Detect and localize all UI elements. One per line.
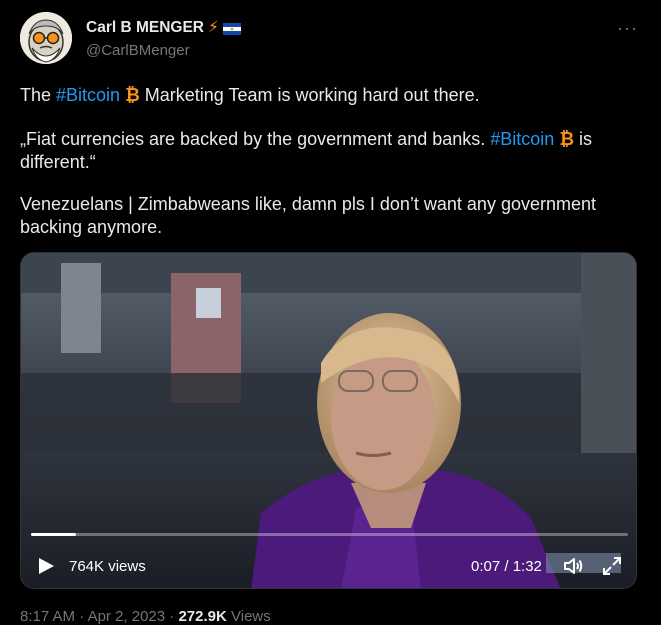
avatar[interactable] <box>20 12 72 64</box>
tweet-text: The <box>20 85 57 105</box>
author-name-row[interactable]: Carl B MENGER ⚡ <box>86 18 241 37</box>
tweet-date[interactable]: Apr 2, 2023 <box>88 608 166 625</box>
tweet-text: is <box>573 129 592 149</box>
tweet: Carl B MENGER ⚡ @CarlBMenger ··· The #Bi… <box>0 0 661 625</box>
el-salvador-flag-icon <box>222 22 241 35</box>
views-label: Views <box>226 608 271 625</box>
video-player[interactable]: 764K views 0:07 / 1:32 <box>20 252 637 589</box>
views-count: 272.9K <box>178 608 227 625</box>
tweet-quote: „Fiat currencies are backed by the gover… <box>20 128 640 174</box>
video-time: 0:07 / 1:32 <box>471 558 542 575</box>
video-views: 764K views <box>69 558 146 575</box>
more-options-button[interactable]: ··· <box>617 18 638 39</box>
author-name[interactable]: Carl B MENGER <box>86 19 204 37</box>
video-frame <box>21 253 636 588</box>
separator: · <box>165 608 179 625</box>
fullscreen-icon[interactable] <box>601 555 623 577</box>
video-progress-fill <box>31 533 77 536</box>
video-progress-bar[interactable] <box>31 533 628 536</box>
separator: · <box>75 608 88 625</box>
tweet-text: different.“ <box>20 152 96 172</box>
tweet-meta: 8:17 AM · Apr 2, 2023 · 272.9K Views <box>20 608 271 625</box>
play-icon[interactable] <box>37 557 55 575</box>
volume-icon[interactable] <box>562 555 584 577</box>
tweet-text: „Fiat currencies are backed by the gover… <box>20 129 491 149</box>
tweet-line-1: The #Bitcoin ₿ Marketing Team is working… <box>20 84 640 107</box>
tweet-line-3: Venezuelans | Zimbabweans like, damn pls… <box>20 194 596 237</box>
hashtag-bitcoin[interactable]: #Bitcoin <box>56 85 120 105</box>
bitcoin-icon: ₿ <box>559 129 574 149</box>
author-handle[interactable]: @CarlBMenger <box>86 42 190 59</box>
lightning-icon: ⚡ <box>208 19 219 36</box>
bitcoin-icon: ₿ <box>125 85 140 105</box>
tweet-text: Marketing Team is working hard out there… <box>139 85 480 105</box>
tweet-time[interactable]: 8:17 AM <box>20 608 75 625</box>
hashtag-bitcoin[interactable]: #Bitcoin <box>490 129 554 149</box>
